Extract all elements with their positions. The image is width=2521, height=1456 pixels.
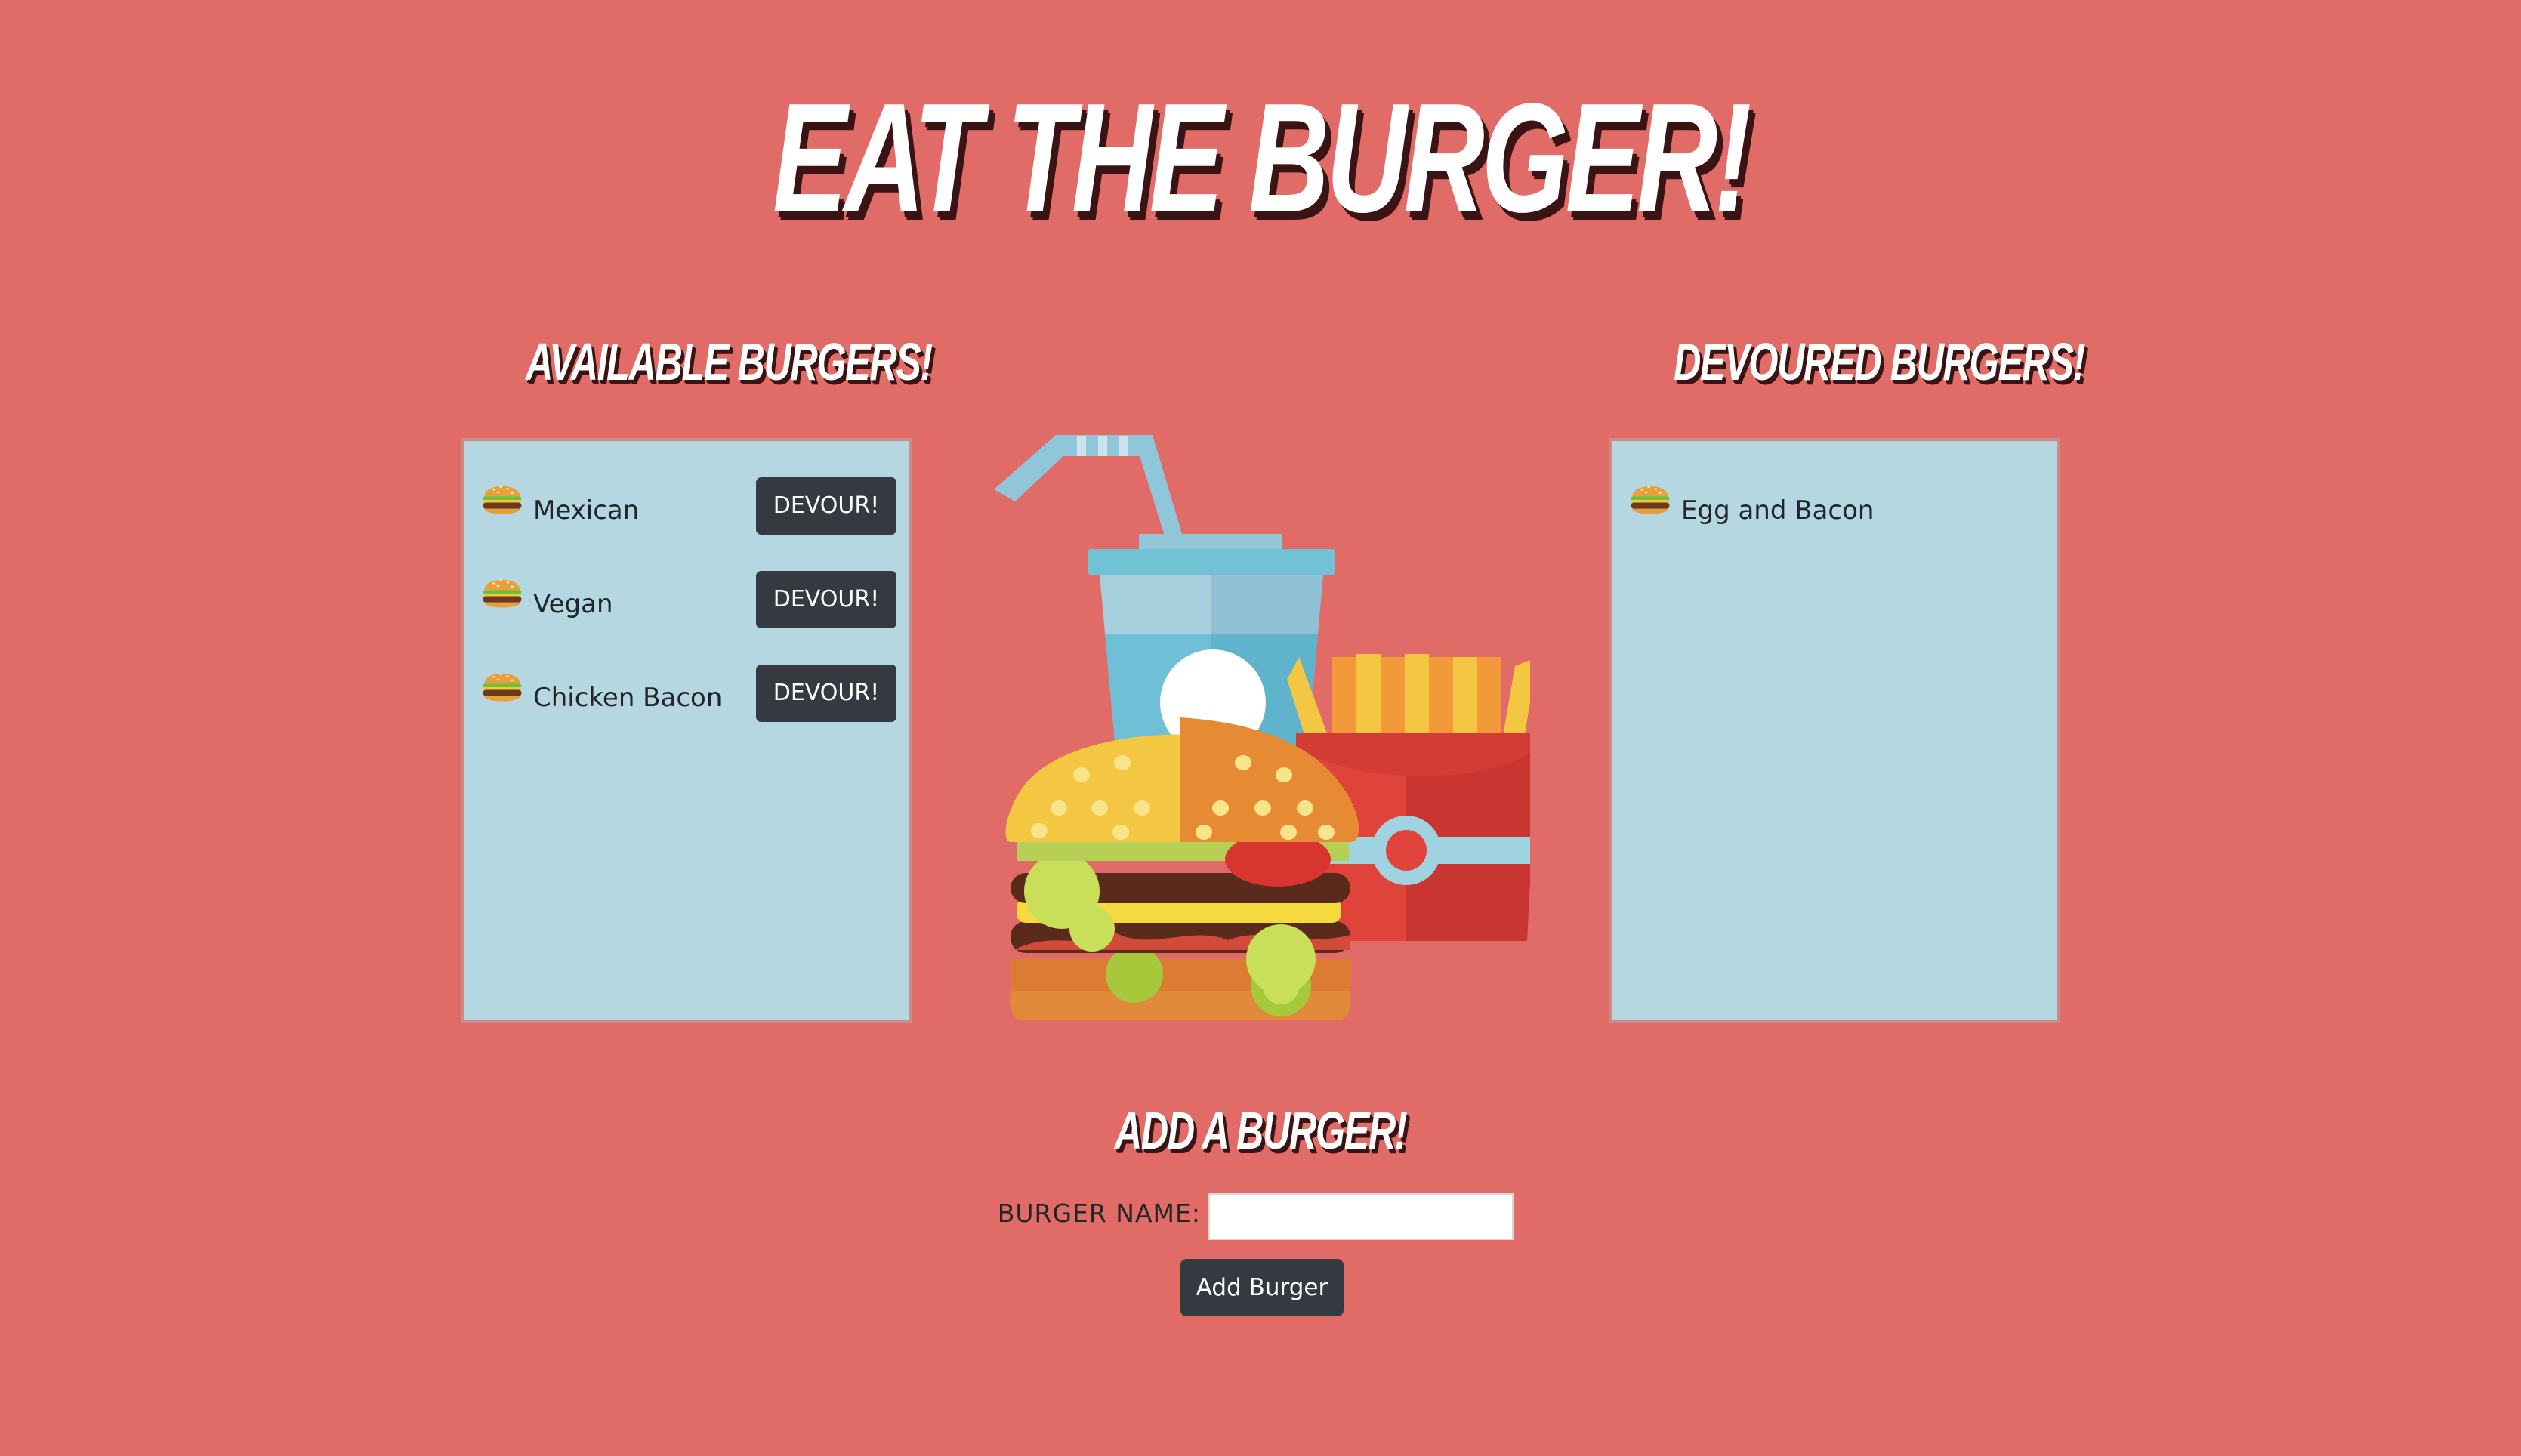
list-item: Egg and Bacon (1612, 477, 2057, 538)
add-burger-button[interactable]: Add Burger (1180, 1259, 1344, 1316)
burger-icon (1628, 477, 1672, 521)
list-item: Mexican DEVOUR! (464, 477, 909, 538)
devour-button[interactable]: DEVOUR! (756, 477, 896, 535)
burger-drink-fries-illustration (994, 435, 1530, 1020)
burger-name: Mexican (533, 495, 640, 526)
burger-icon (480, 477, 524, 521)
devoured-burgers-heading: Devoured Burgers! (1674, 332, 2085, 391)
burger-name-input[interactable] (1208, 1193, 1514, 1240)
hamburger-icon (1005, 717, 1359, 1020)
available-burgers-panel: Mexican DEVOUR! Vegan DEVOUR! Chicken Ba… (461, 438, 912, 1023)
devour-button[interactable]: DEVOUR! (756, 571, 896, 628)
list-item: Vegan DEVOUR! (464, 571, 909, 631)
page-title: Eat the Burger! (772, 71, 1751, 245)
burger-name: Vegan (533, 589, 613, 619)
devoured-burgers-panel: Egg and Bacon (1609, 438, 2060, 1023)
burger-name: Chicken Bacon (533, 683, 723, 713)
burger-name-label: BURGER NAME: (997, 1198, 1201, 1228)
add-burger-heading: Add a Burger! (1114, 1101, 1408, 1160)
list-item: Chicken Bacon DEVOUR! (464, 665, 909, 725)
burger-icon (480, 665, 524, 708)
available-burgers-heading: Available Burgers! (526, 332, 933, 391)
burger-name: Egg and Bacon (1681, 495, 1875, 526)
burger-icon (480, 571, 524, 615)
devour-button[interactable]: DEVOUR! (756, 665, 896, 722)
